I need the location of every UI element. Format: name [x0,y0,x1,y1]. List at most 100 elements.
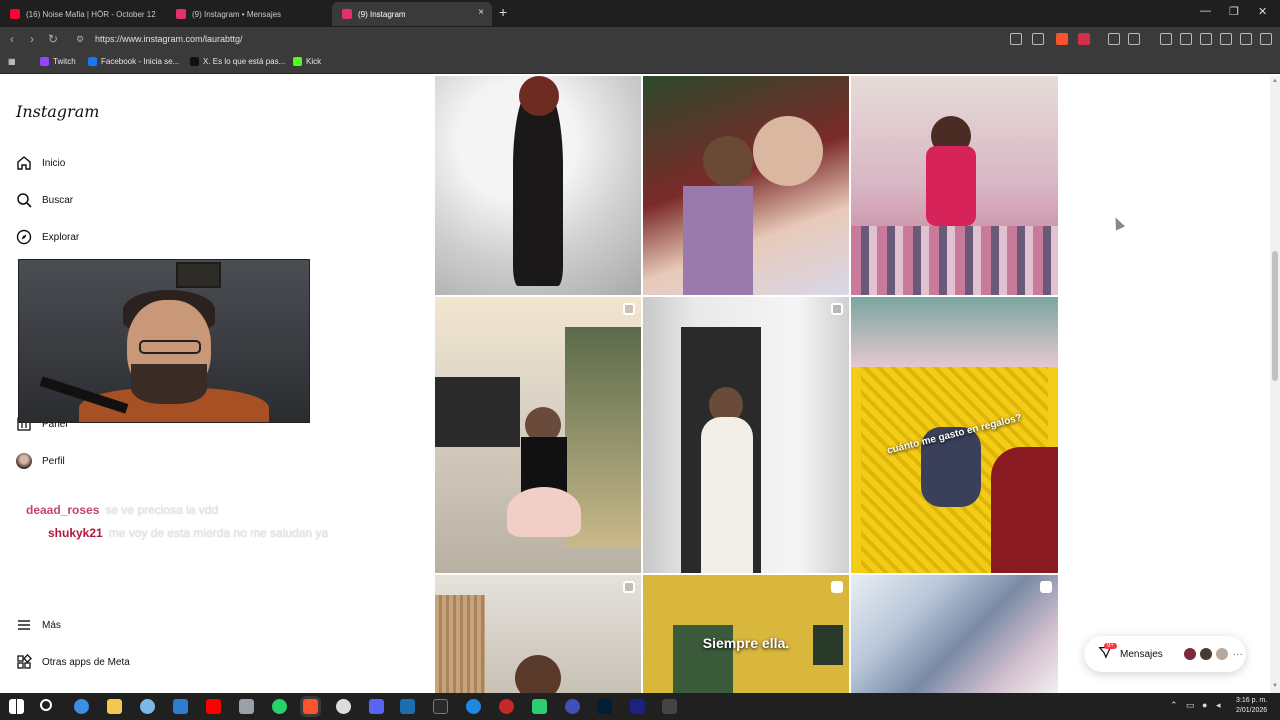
unread-badge: 9+ [1104,643,1117,649]
reload-icon[interactable]: ↻ [48,32,58,46]
menu-icon [16,617,32,633]
search-icon [16,192,32,208]
messages-button[interactable]: 9+ Mensajes ··· [1084,636,1246,672]
kick-icon [293,57,302,66]
chat-text: se ve preciosa la vdd [105,503,219,517]
scroll-down-icon[interactable]: ▼ [1272,683,1278,689]
post-tile[interactable] [851,575,1058,693]
bookmarks-bar: ▦ Twitch Facebook - Inicia se... X. Es l… [0,53,1280,74]
chat-message: deaad_roses se ve preciosa la vdd [26,503,218,517]
vpn-icon[interactable] [1240,33,1252,45]
app-icon[interactable] [532,699,547,714]
discord-icon[interactable] [369,699,384,714]
screenshot-icon[interactable] [1128,33,1140,45]
app-icon[interactable] [140,699,155,714]
post-tile[interactable] [643,297,849,573]
brave-browser-icon[interactable] [303,699,318,714]
chat-text: me voy de esta mierda no me saludan ya [108,526,329,540]
photoshop-icon[interactable] [597,699,612,714]
nav-explorar[interactable]: Explorar [16,229,79,245]
whatsapp-icon[interactable] [272,699,287,714]
youtube-icon[interactable] [206,699,221,714]
nav-perfil[interactable]: Perfil [16,453,65,469]
nav-mas[interactable]: Más [16,617,61,633]
search-icon[interactable] [40,699,52,711]
obs-icon[interactable] [336,699,351,714]
tab-instagram-messages[interactable]: (9) Instagram • Mensajes [166,2,331,26]
post-tile[interactable]: cuánto me gasto en regalos? [851,297,1058,573]
app-icon[interactable] [173,699,188,714]
back-icon[interactable]: ‹ [10,32,14,46]
minimize-button[interactable]: — [1200,5,1211,17]
tab-youtube[interactable]: (16) Noise Mafia | HÖR - October 12 [0,2,165,26]
app-icon[interactable] [466,699,481,714]
apps-icon [16,654,32,670]
bookmark-facebook[interactable]: Facebook - Inicia se... [88,57,179,66]
youtube-icon [10,9,20,19]
music-icon[interactable] [1160,33,1172,45]
share-icon[interactable] [1032,33,1044,45]
avatar [16,453,32,469]
sidebar-icon[interactable] [1180,33,1192,45]
windows-start-icon[interactable] [9,699,24,714]
restore-button[interactable]: ❐ [1229,5,1239,18]
instagram-logo[interactable]: Instagram [16,102,99,121]
instagram-icon [176,9,186,19]
scrollbar-thumb[interactable] [1272,251,1278,381]
new-tab-button[interactable]: + [499,4,507,20]
file-explorer-icon[interactable] [107,699,122,714]
mouse-cursor [1110,215,1126,231]
system-clock[interactable]: 3:16 p. m. 2/01/2026 [1236,696,1267,716]
post-tile[interactable] [643,76,849,295]
leo-icon[interactable] [1220,33,1232,45]
menu-icon[interactable] [1260,33,1272,45]
nav-inicio[interactable]: Inicio [16,155,65,171]
cast-icon[interactable] [1010,33,1022,45]
twitch-icon [40,57,49,66]
post-tile[interactable]: Siempre ella. [643,575,849,693]
close-window-button[interactable]: ✕ [1258,5,1267,18]
steam-icon[interactable] [400,699,415,714]
url-input[interactable]: https://www.instagram.com/laurabttg/ [95,34,243,44]
scroll-up-icon[interactable]: ▲ [1272,78,1278,84]
brave-rewards-icon[interactable] [1078,33,1090,45]
recent-contacts [1181,647,1229,661]
site-settings-icon[interactable]: ⚙ [76,34,84,45]
bookmark-x[interactable]: X. Es lo que está pas... [190,57,285,66]
bookmark-twitch[interactable]: Twitch [40,57,76,66]
post-tile[interactable] [435,575,641,693]
volume-icon[interactable]: ◂ [1216,700,1221,711]
avatar [1214,647,1229,661]
extensions-icon[interactable] [1108,33,1120,45]
brave-shield-icon[interactable] [1056,33,1068,45]
reel-icon [831,581,843,593]
post-caption-overlay: Siempre ella. [702,635,790,651]
bookmark-kick[interactable]: Kick [293,57,321,66]
app-icon[interactable] [499,699,514,714]
microphone-icon[interactable]: ● [1202,700,1207,710]
tray-chevron-icon[interactable]: ⌃ [1170,700,1178,711]
avatar [1198,647,1213,661]
tab-instagram[interactable]: (9) Instagram × [332,2,492,26]
app-icon[interactable] [565,699,580,714]
media-encoder-icon[interactable] [630,699,645,714]
page-scrollbar[interactable]: ▲ ▼ [1270,76,1280,693]
nav-buscar[interactable]: Buscar [16,192,73,208]
apps-grid-icon[interactable]: ▦ [8,57,16,66]
close-tab-icon[interactable]: × [478,7,484,18]
tab-label: (16) Noise Mafia | HÖR - October 12 [26,9,156,19]
post-tile[interactable] [435,297,641,573]
post-tile[interactable] [851,76,1058,295]
compass-icon [16,229,32,245]
forward-icon[interactable]: › [30,32,34,46]
profile-posts-grid: cuánto me gasto en regalos? Siempre ella… [435,76,1058,693]
app-icon[interactable] [662,699,677,714]
copilot-icon[interactable] [74,699,89,714]
webcam-overlay [18,259,310,423]
network-icon[interactable]: ▭ [1186,700,1195,711]
nav-otras-apps[interactable]: Otras apps de Meta [16,654,130,670]
epic-games-icon[interactable] [433,699,448,714]
post-tile[interactable] [435,76,641,295]
app-icon[interactable] [239,699,254,714]
wallet-icon[interactable] [1200,33,1212,45]
